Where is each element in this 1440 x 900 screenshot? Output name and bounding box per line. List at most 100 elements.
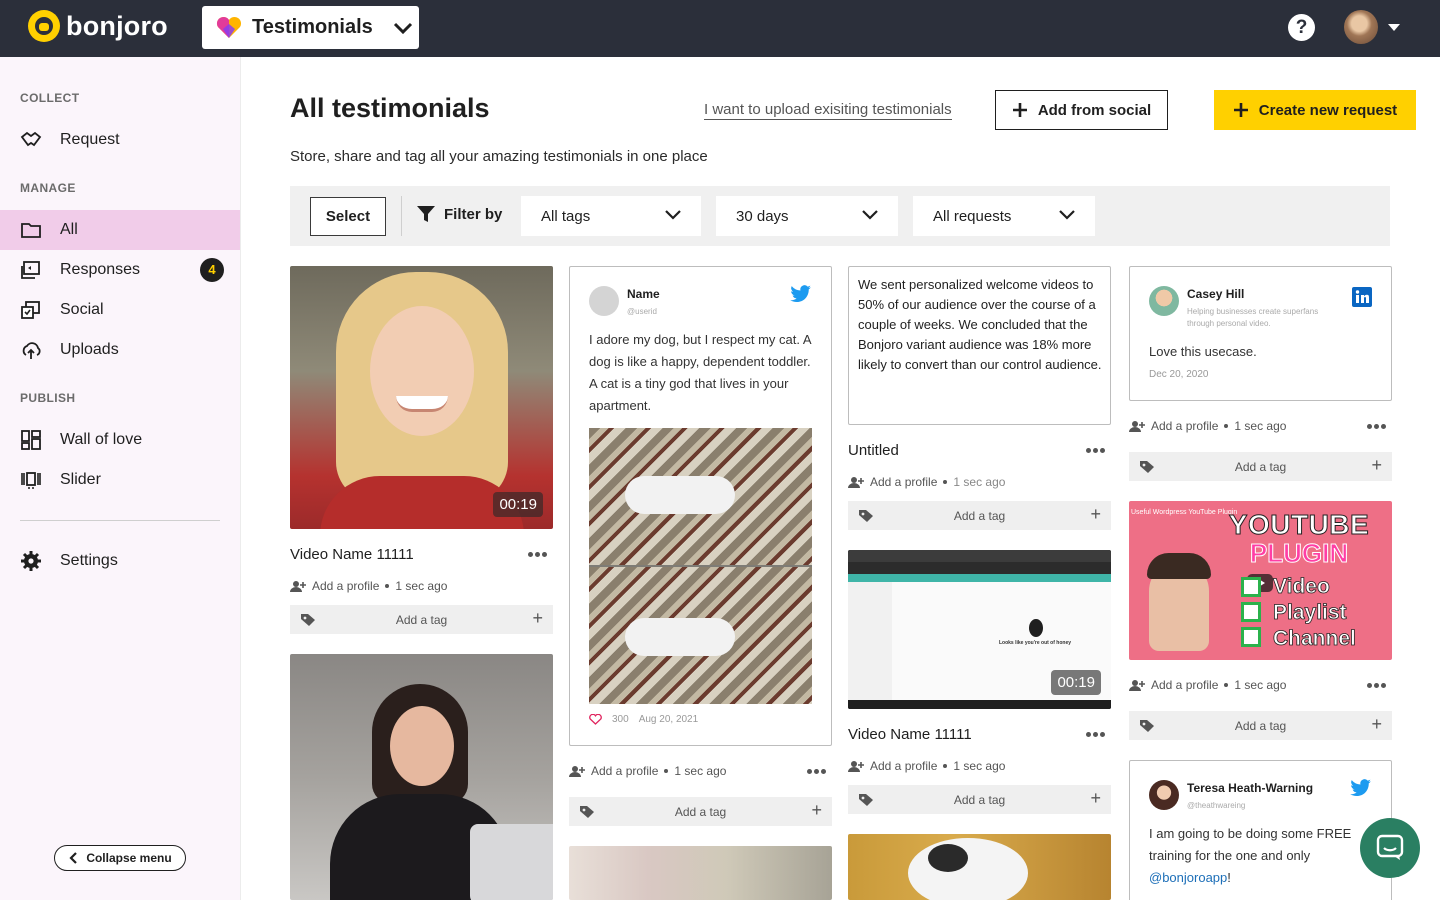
add-profile-icon (569, 766, 585, 777)
folder-icon (21, 223, 41, 238)
tweet-card[interactable]: Name @userid I adore my dog, but I respe… (569, 266, 832, 746)
video-thumbnail[interactable]: Looks like you're out of honey 00:19 (848, 550, 1111, 709)
more-options-icon[interactable] (807, 769, 827, 775)
card-title[interactable]: Video Name 11111 (290, 546, 414, 563)
upload-cloud-icon (22, 342, 41, 359)
add-tag-bar[interactable]: Add a tag + (569, 797, 832, 826)
tweet-author-name: Teresa Heath-Warning (1187, 781, 1314, 795)
tweet-mention-link[interactable]: @bonjoroapp (1149, 870, 1227, 885)
video-thumbnail[interactable]: 00:19 (290, 266, 553, 529)
plus-icon (1012, 103, 1027, 117)
filter-by-text: Filter by (444, 205, 503, 223)
plus-icon[interactable]: + (1090, 788, 1101, 809)
plus-icon[interactable]: + (532, 608, 543, 629)
sidebar-item-slider[interactable]: Slider (0, 460, 240, 500)
filter-bar: Select Filter by All tags 30 days All re… (290, 186, 1390, 246)
user-avatar[interactable] (1344, 10, 1378, 44)
linkedin-card[interactable]: Casey Hill Helping businesses create sup… (1129, 266, 1392, 401)
video-thumbnail[interactable] (290, 654, 553, 900)
sidebar-item-all[interactable]: All (0, 210, 240, 250)
card-title[interactable]: Untitled (848, 442, 899, 459)
add-profile-link[interactable]: Add a profile (870, 475, 937, 489)
add-tag-bar[interactable]: Add a tag + (1129, 452, 1392, 481)
upload-existing-link[interactable]: I want to upload exisiting testimonials (704, 101, 952, 120)
plus-icon[interactable]: + (1090, 504, 1101, 525)
more-options-icon[interactable] (1086, 448, 1106, 454)
app-switcher-label: Testimonials (252, 16, 373, 38)
more-options-icon[interactable] (1367, 683, 1387, 689)
collapse-menu-button[interactable]: Collapse menu (54, 845, 186, 871)
section-label-manage: MANAGE (20, 181, 76, 195)
sidebar-item-label: Uploads (60, 341, 119, 358)
text-testimonial-card[interactable]: We sent personalized welcome videos to 5… (848, 266, 1111, 425)
help-icon[interactable]: ? (1288, 14, 1315, 41)
heart-icon[interactable] (589, 714, 602, 725)
add-profile-icon (848, 761, 864, 772)
linkedin-avatar (1149, 286, 1179, 316)
card-title[interactable]: Video Name 11111 (848, 726, 972, 743)
app-switcher[interactable]: Testimonials (202, 6, 419, 49)
add-profile-icon (1129, 680, 1145, 691)
screen-heading: Looks like you're out of honey (998, 640, 1072, 646)
video-thumbnail[interactable] (569, 846, 832, 900)
chat-launcher-button[interactable] (1360, 818, 1420, 878)
requests-dropdown-value: All requests (933, 207, 1012, 225)
days-dropdown[interactable]: 30 days (716, 196, 898, 236)
sidebar-item-uploads[interactable]: Uploads (0, 330, 240, 370)
tags-dropdown[interactable]: All tags (521, 196, 701, 236)
handshake-icon (20, 131, 42, 147)
add-profile-link[interactable]: Add a profile (591, 764, 658, 778)
more-options-icon[interactable] (528, 552, 548, 558)
chevron-left-icon (69, 852, 78, 864)
add-tag-bar[interactable]: Add a tag + (848, 785, 1111, 814)
sidebar-item-settings[interactable]: Settings (0, 541, 240, 581)
tweet-text: I adore my dog, but I respect my cat. A … (589, 332, 811, 413)
add-from-social-button[interactable]: Add from social (995, 90, 1168, 130)
more-options-icon[interactable] (1367, 424, 1387, 430)
sidebar-item-social[interactable]: Social (0, 290, 240, 330)
add-profile-link[interactable]: Add a profile (1151, 678, 1218, 692)
page-subtitle: Store, share and tag all your amazing te… (290, 148, 708, 165)
tweet-handle: @theathwareing (1187, 801, 1246, 810)
top-bar: bonjoro Testimonials ? (0, 0, 1440, 57)
linkedin-author-name: Casey Hill (1187, 287, 1245, 301)
thumbnail-headline-2: PLUGIN (1249, 538, 1349, 569)
card-meta: Add a profile 1 sec ago (1129, 419, 1286, 433)
add-profile-link[interactable]: Add a profile (312, 579, 379, 593)
select-button[interactable]: Select (310, 197, 386, 236)
more-options-icon[interactable] (1086, 732, 1106, 738)
sidebar-item-responses[interactable]: Responses 4 (0, 250, 240, 290)
caret-down-icon[interactable] (1388, 24, 1400, 31)
chevron-down-icon (862, 210, 878, 220)
add-tag-label: Add a tag (1234, 460, 1287, 474)
add-profile-icon (848, 477, 864, 488)
timestamp: 1 sec ago (953, 759, 1006, 773)
chevron-down-icon (1059, 210, 1075, 220)
bonjoro-logo[interactable]: bonjoro (28, 10, 168, 42)
add-profile-link[interactable]: Add a profile (1151, 419, 1218, 433)
add-profile-link[interactable]: Add a profile (870, 759, 937, 773)
filter-funnel-icon (417, 206, 435, 222)
add-tag-bar[interactable]: Add a tag + (1129, 711, 1392, 740)
card-meta: Add a profile 1 sec ago (290, 579, 447, 593)
plus-icon[interactable]: + (1371, 714, 1382, 735)
video-duration: 00:19 (493, 492, 543, 517)
chevron-down-icon (393, 22, 412, 34)
youtube-video-thumbnail[interactable]: Useful Wordpress YouTube Plugin YOUTUBE … (1129, 501, 1392, 660)
sidebar-item-wall-of-love[interactable]: Wall of love (0, 420, 240, 460)
video-thumbnail[interactable] (848, 834, 1111, 900)
create-new-request-button[interactable]: Create new request (1214, 90, 1416, 130)
add-tag-label: Add a tag (395, 613, 448, 627)
plus-icon[interactable]: + (811, 800, 822, 821)
requests-dropdown[interactable]: All requests (913, 196, 1095, 236)
sidebar-item-request[interactable]: Request (0, 120, 240, 160)
tweet-card[interactable]: Teresa Heath-Warning @theathwareing I am… (1129, 760, 1392, 900)
brand-name: bonjoro (66, 10, 168, 41)
linkedin-date: Dec 20, 2020 (1149, 369, 1209, 380)
add-tag-bar[interactable]: Add a tag + (848, 501, 1111, 530)
plus-icon[interactable]: + (1371, 455, 1382, 476)
tweet-date: Aug 20, 2021 (638, 714, 699, 725)
add-tag-bar[interactable]: Add a tag + (290, 605, 553, 634)
tweet-footer: 300 Aug 20, 2021 (589, 714, 698, 725)
timestamp: 1 sec ago (674, 764, 727, 778)
